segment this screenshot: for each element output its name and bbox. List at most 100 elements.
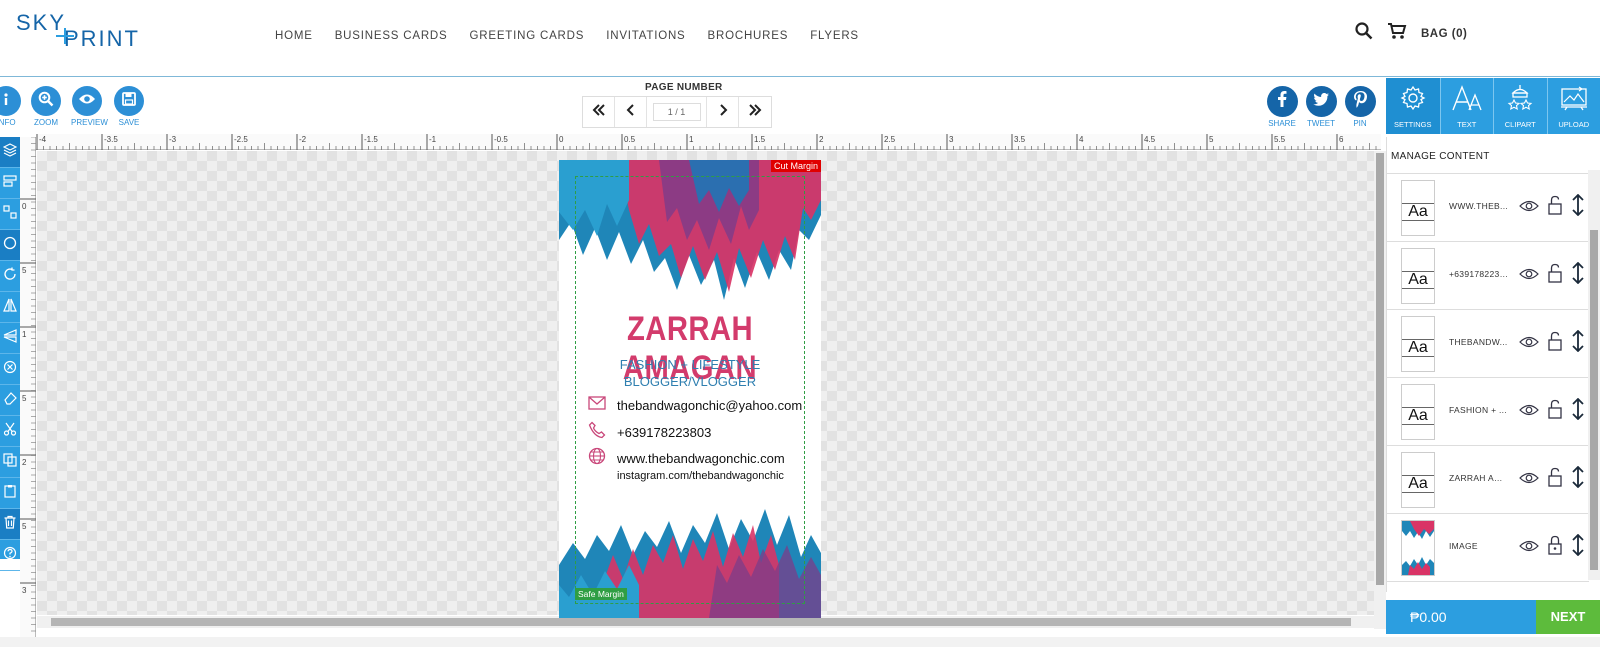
next-page-button[interactable] — [707, 97, 739, 127]
layer-list-scroll-thumb[interactable] — [1590, 230, 1598, 570]
text-layer-icon: Aa — [1402, 203, 1434, 221]
move-vertical-icon[interactable] — [1571, 533, 1585, 561]
move-vertical-icon[interactable] — [1571, 397, 1585, 425]
layers-tool[interactable] — [0, 137, 20, 168]
eye-icon[interactable] — [1519, 335, 1539, 353]
share-button[interactable]: SHARE — [1265, 86, 1299, 128]
nav-home[interactable]: HOME — [275, 30, 313, 42]
nav-brochures[interactable]: BROCHURES — [708, 30, 789, 42]
tab-upload[interactable]: UPLOAD — [1546, 78, 1600, 134]
preview-button[interactable]: PREVIEW — [71, 86, 108, 127]
page-input[interactable]: 1 / 1 — [652, 103, 701, 121]
card-email-row[interactable]: thebandwagonchic@yahoo.com — [588, 396, 802, 415]
move-vertical-icon[interactable] — [1571, 329, 1585, 357]
layer-item-image[interactable]: IMAGE — [1387, 514, 1589, 582]
horizontal-ruler: -4 -3.5 -3 -2.5 -2 -1.5 -1 -0.5 0 0.5 1 1.5 2 2.5 3 3.5… — [36, 134, 1381, 150]
eraser-tool[interactable] — [0, 385, 20, 416]
rotate-tool[interactable] — [0, 261, 20, 292]
tab-text[interactable]: TEXT — [1439, 78, 1494, 134]
flip-horizontal-tool[interactable] — [0, 292, 20, 323]
layer-item-phone[interactable]: Aa +6391782235... — [1387, 242, 1589, 310]
canvas-horizontal-scroll-thumb[interactable] — [51, 618, 1351, 626]
paste-tool[interactable] — [0, 478, 20, 509]
ruler-tick-label: 5 — [22, 266, 27, 275]
last-page-button[interactable] — [739, 97, 771, 127]
lock-icon[interactable] — [1547, 535, 1563, 560]
canvas-vertical-scrollbar[interactable] — [1374, 151, 1386, 629]
layer-thumbnail: Aa — [1401, 248, 1435, 304]
first-page-button[interactable] — [583, 97, 615, 127]
trash-icon — [3, 515, 17, 534]
eye-icon[interactable] — [1519, 471, 1539, 489]
ruler-tick-label: 1 — [689, 135, 694, 144]
nav-flyers[interactable]: FLYERS — [810, 30, 859, 42]
layer-thumbnail: Aa — [1401, 452, 1435, 508]
layer-list-scrollbar[interactable] — [1588, 170, 1600, 580]
tab-clipart[interactable]: CLIPART — [1493, 78, 1547, 134]
skyprint-logo[interactable]: SKY PRINT — [16, 10, 171, 51]
card-website-row[interactable]: www.thebandwagonchic.com — [588, 447, 785, 470]
ruler-tick-label: -1.5 — [364, 135, 378, 144]
remove-tool[interactable] — [0, 354, 20, 385]
canvas-vertical-scroll-thumb[interactable] — [1376, 153, 1384, 585]
delete-tool[interactable] — [0, 509, 20, 540]
phone-icon — [588, 421, 606, 444]
layer-controls — [1519, 465, 1585, 493]
layer-controls — [1519, 329, 1585, 357]
cut-tool[interactable] — [0, 416, 20, 447]
unlock-icon[interactable] — [1547, 195, 1563, 220]
card-phone-row[interactable]: +639178223803 — [588, 421, 711, 444]
pin-button[interactable]: PIN — [1343, 86, 1377, 128]
card-tagline-1[interactable]: FASHION + LIFESTYLE — [559, 357, 821, 372]
save-button[interactable]: SAVE — [113, 86, 145, 127]
main-nav: HOME BUSINESS CARDS GREETING CARDS INVIT… — [275, 30, 881, 42]
unlock-icon[interactable] — [1547, 331, 1563, 356]
nav-greeting-cards[interactable]: GREETING CARDS — [470, 30, 585, 42]
tweet-button[interactable]: TWEET — [1304, 86, 1338, 128]
eye-icon[interactable] — [1519, 539, 1539, 557]
ruler-tick-label: -2 — [299, 135, 307, 144]
group-tool[interactable] — [0, 199, 20, 230]
business-card-design[interactable]: Cut Margin Safe Margin ZARRAH AMAGAN FAS… — [559, 160, 821, 618]
unlock-icon[interactable] — [1547, 399, 1563, 424]
nav-business-cards[interactable]: BUSINESS CARDS — [335, 30, 448, 42]
prev-page-button[interactable] — [615, 97, 647, 127]
card-instagram-text[interactable]: instagram.com/thebandwagonchic — [617, 470, 784, 482]
nav-invitations[interactable]: INVITATIONS — [606, 30, 685, 42]
paste-icon — [3, 484, 17, 503]
layer-item-website[interactable]: Aa WWW.THEB... — [1387, 174, 1589, 242]
layer-thumbnail: Aa — [1401, 316, 1435, 372]
circle-tool[interactable] — [0, 230, 20, 261]
ruler-tick-label: 5 — [22, 522, 27, 531]
save-icon — [122, 91, 136, 111]
unlock-icon[interactable] — [1547, 467, 1563, 492]
zoom-button[interactable]: ZOOM — [30, 86, 62, 127]
bag-link[interactable]: BAG (0) — [1421, 28, 1467, 40]
flip-vertical-tool[interactable] — [0, 323, 20, 354]
next-button[interactable]: NEXT — [1536, 600, 1600, 634]
eye-icon[interactable] — [1519, 267, 1539, 285]
tab-settings[interactable]: SETTINGS — [1386, 78, 1440, 134]
copy-tool[interactable] — [0, 447, 20, 478]
eye-icon[interactable] — [1519, 199, 1539, 217]
search-icon[interactable] — [1355, 22, 1373, 45]
layer-item-tagline[interactable]: Aa FASHION + ... — [1387, 378, 1589, 446]
info-button[interactable]: INFO — [0, 86, 22, 127]
move-vertical-icon[interactable] — [1571, 193, 1585, 221]
card-website-text: www.thebandwagonchic.com — [617, 451, 785, 466]
unlock-icon[interactable] — [1547, 263, 1563, 288]
align-tool[interactable] — [0, 168, 20, 199]
ruler-tick-label: 5 — [1209, 135, 1214, 144]
move-vertical-icon[interactable] — [1571, 465, 1585, 493]
layer-item-name[interactable]: Aa ZARRAH AM... — [1387, 446, 1589, 514]
twitter-icon — [1313, 92, 1329, 111]
card-tagline-2[interactable]: BLOGGER/VLOGGER — [559, 374, 821, 389]
help-tool[interactable] — [0, 540, 20, 571]
cart-icon[interactable] — [1387, 22, 1407, 45]
close-circle-icon — [3, 360, 17, 379]
layer-item-email[interactable]: Aa THEBANDW... — [1387, 310, 1589, 378]
move-vertical-icon[interactable] — [1571, 261, 1585, 289]
eye-icon[interactable] — [1519, 403, 1539, 421]
ruler-tick-label: -4 — [39, 135, 47, 144]
ruler-tick-label: 1.5 — [754, 135, 766, 144]
